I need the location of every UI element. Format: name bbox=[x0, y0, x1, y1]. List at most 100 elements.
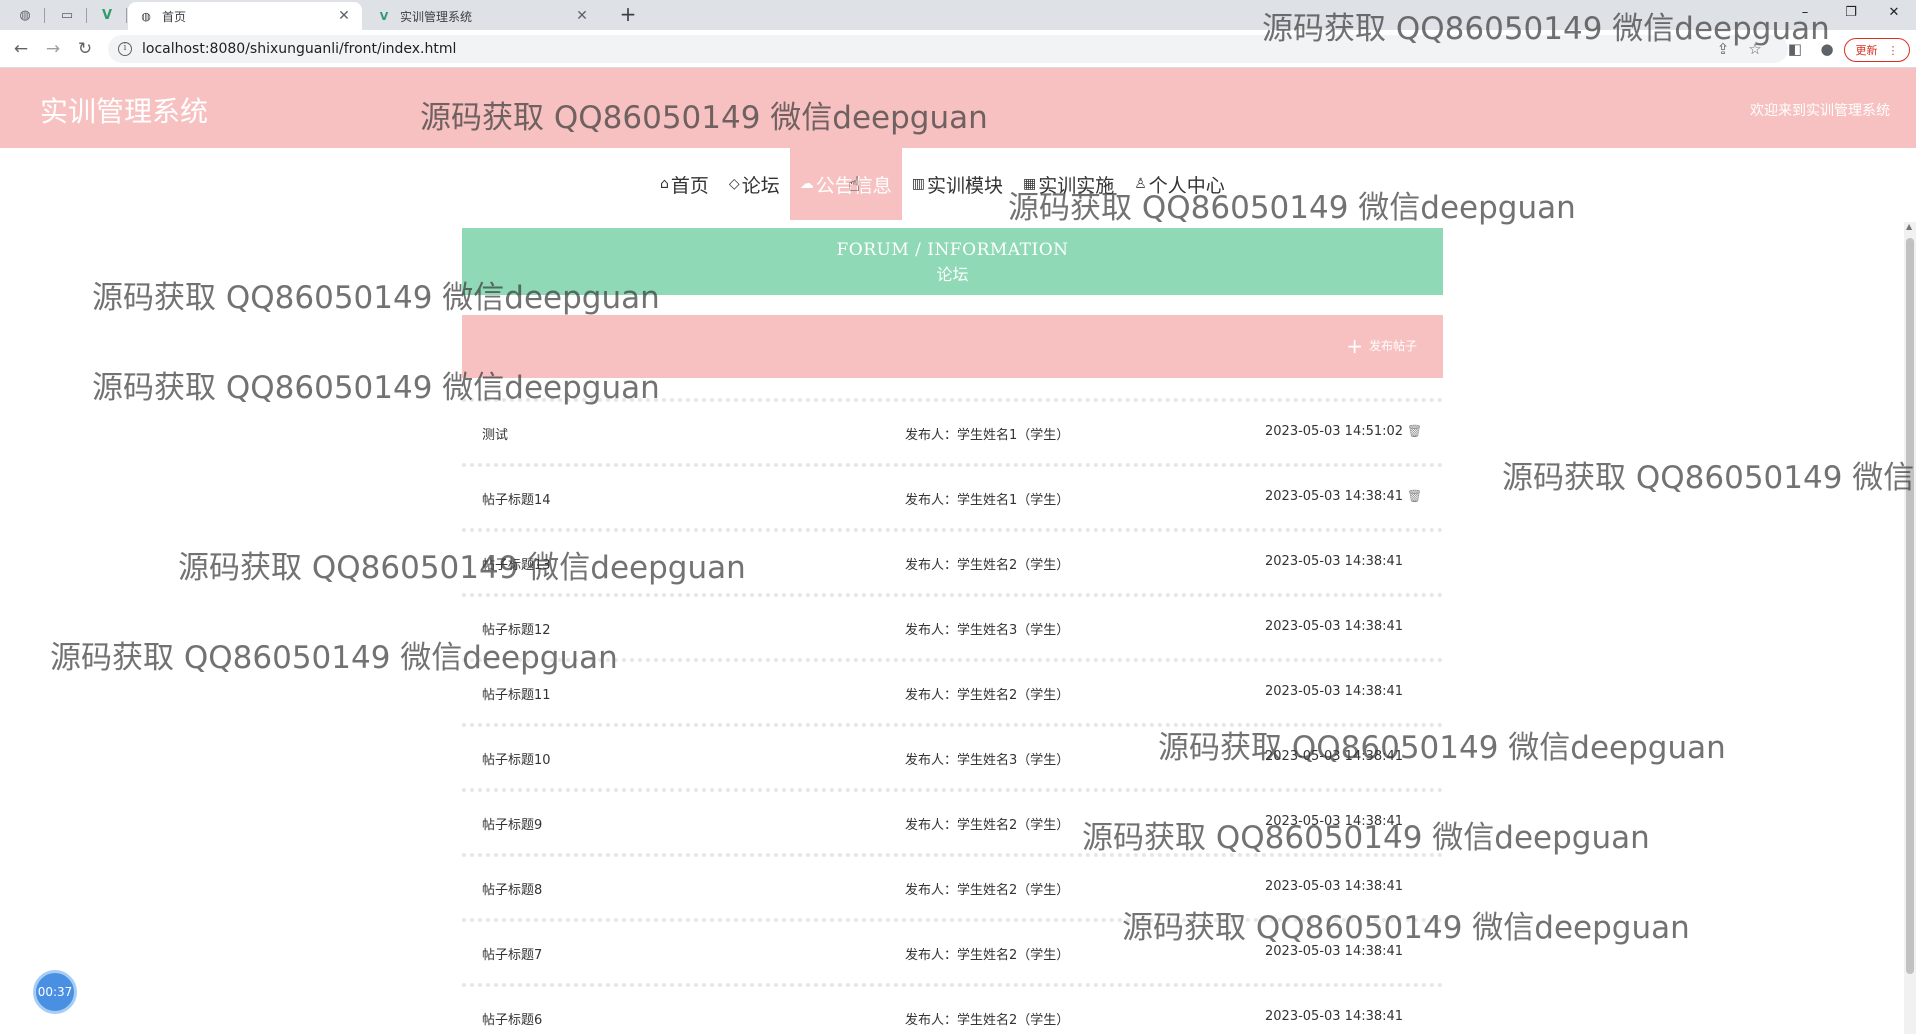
nav-item-training-implementation[interactable]: ▦ 实训实施 bbox=[1013, 148, 1124, 220]
post-title[interactable]: 帖子标题8 bbox=[482, 879, 542, 898]
post-publisher: 发布人：学生姓名2（学生） bbox=[905, 883, 1070, 898]
close-tab-icon[interactable]: ✕ bbox=[336, 8, 352, 24]
nav-label: 实训模块 bbox=[926, 174, 1003, 197]
vue-logo-icon: V bbox=[379, 9, 389, 23]
post-publisher: 发布人：学生姓名1（学生） bbox=[905, 428, 1070, 443]
recording-timer[interactable]: 00:37 bbox=[33, 970, 77, 1014]
browser-tab-bar: ◍ ▭ V ◍ 首页 ✕ V 实训管理系统 ✕ + – ❐ ✕ bbox=[0, 0, 1916, 30]
tab-system[interactable]: V 实训管理系统 ✕ bbox=[366, 2, 600, 30]
bookmark-star-icon[interactable]: ☆ bbox=[1744, 38, 1766, 60]
post-publisher: 发布人：学生姓名2（学生） bbox=[905, 688, 1070, 703]
post-publisher: 发布人：学生姓名2（学生） bbox=[905, 948, 1070, 963]
post-row[interactable]: 帖子标题12 发布人：学生姓名3（学生） 2023-05-03 14:38:41 bbox=[462, 593, 1443, 658]
tab-home[interactable]: ◍ 首页 ✕ bbox=[128, 2, 362, 30]
pinned-tab-globe-icon[interactable]: ◍ bbox=[10, 4, 40, 26]
post-button-label: 发布帖子 bbox=[1368, 339, 1417, 353]
post-title[interactable]: 帖子标题10 bbox=[482, 749, 551, 768]
nav-item-home[interactable]: ⌂ 首页 bbox=[650, 148, 719, 220]
post-date: 2023-05-03 14:38:41 bbox=[1265, 749, 1404, 764]
share-icon[interactable]: ⇪ bbox=[1712, 38, 1734, 60]
nav-label: 实训实施 bbox=[1038, 174, 1115, 197]
forward-button[interactable]: → bbox=[40, 37, 66, 61]
tag-icon: ◇ bbox=[728, 176, 740, 192]
nav-item-announcements[interactable]: ☁ 公告信息 bbox=[789, 148, 902, 220]
globe-icon: ◍ bbox=[141, 9, 151, 23]
main-nav: ⌂ 首页 ◇ 论坛 ☁ 公告信息 ▥ 实训模块 ▦ 实训实施 ♙ 个人中心 bbox=[650, 148, 1235, 220]
post-row[interactable]: 帖子标题9 发布人：学生姓名2（学生） 2023-05-03 14:38:41 bbox=[462, 788, 1443, 853]
post-row[interactable]: 帖子标题11 发布人：学生姓名2（学生） 2023-05-03 14:38:41 bbox=[462, 658, 1443, 723]
site-title: 实训管理系统 bbox=[40, 95, 209, 128]
post-title[interactable]: 帖子标题6 bbox=[482, 1009, 542, 1028]
post-date: 2023-05-03 14:38:41 bbox=[1265, 944, 1404, 959]
post-date: 2023-05-03 14:38:41 bbox=[1265, 684, 1404, 699]
post-row[interactable]: 帖子标题7 发布人：学生姓名2（学生） 2023-05-03 14:38:41 bbox=[462, 918, 1443, 983]
post-publisher: 发布人：学生姓名2（学生） bbox=[905, 558, 1070, 573]
close-window-button[interactable]: ✕ bbox=[1872, 2, 1916, 28]
post-title[interactable]: 测试 bbox=[482, 424, 508, 443]
post-title[interactable]: 帖子标题9 bbox=[482, 814, 542, 833]
post-date: 2023-05-03 14:38:41 bbox=[1265, 814, 1404, 829]
restore-button[interactable]: ❐ bbox=[1829, 2, 1873, 28]
plus-icon: + bbox=[1346, 333, 1363, 358]
tab-title: 首页 bbox=[162, 9, 187, 24]
post-date: 2023-05-03 14:38:41 bbox=[1265, 619, 1404, 634]
nav-label: 首页 bbox=[670, 174, 709, 197]
post-row[interactable]: 帖子标题10 发布人：学生姓名3（学生） 2023-05-03 14:38:41 bbox=[462, 723, 1443, 788]
hand-cursor-icon: ☝ bbox=[848, 172, 861, 196]
info-icon[interactable]: i bbox=[118, 42, 132, 56]
pinned-tab-vue-icon[interactable]: V bbox=[92, 4, 122, 26]
grid-icon: ▦ bbox=[1022, 176, 1037, 192]
scroll-up-arrow-icon[interactable]: ▲ bbox=[1906, 222, 1912, 231]
post-row[interactable]: 帖子标题14 发布人：学生姓名1（学生） 2023-05-03 14:38:41 🗑 bbox=[462, 463, 1443, 528]
post-row[interactable]: 测试 发布人：学生姓名1（学生） 2023-05-03 14:51:02 🗑 bbox=[462, 398, 1443, 463]
post-button[interactable]: + 发布帖子 bbox=[1346, 333, 1417, 358]
post-title[interactable]: 帖子标题13 bbox=[482, 554, 551, 573]
nav-item-forum[interactable]: ◇ 论坛 bbox=[719, 148, 790, 220]
post-title[interactable]: 帖子标题14 bbox=[482, 489, 551, 508]
profile-avatar-icon[interactable]: ● bbox=[1816, 38, 1838, 60]
post-row[interactable]: 帖子标题6 发布人：学生姓名2（学生） 2023-05-03 14:38:41 bbox=[462, 983, 1443, 1034]
update-button[interactable]: 更新 ⋮ bbox=[1844, 38, 1910, 62]
url-text: localhost:8080/shixunguanli/front/index.… bbox=[142, 41, 457, 57]
post-date: 2023-05-03 14:51:02 bbox=[1265, 424, 1404, 439]
tab-title: 实训管理系统 bbox=[400, 9, 473, 24]
post-date: 2023-05-03 14:38:41 bbox=[1265, 1009, 1404, 1024]
menu-dots-icon: ⋮ bbox=[1887, 43, 1899, 57]
post-row[interactable]: 帖子标题13 发布人：学生姓名2（学生） 2023-05-03 14:38:41 bbox=[462, 528, 1443, 593]
post-date: 2023-05-03 14:38:41 bbox=[1265, 879, 1404, 894]
minimize-button[interactable]: – bbox=[1783, 2, 1827, 28]
post-date: 2023-05-03 14:38:41 bbox=[1265, 489, 1404, 504]
user-icon: ♙ bbox=[1134, 176, 1147, 192]
post-title[interactable]: 帖子标题7 bbox=[482, 944, 542, 963]
welcome-text: 欢迎来到实训管理系统 bbox=[1750, 103, 1890, 119]
scrollbar-thumb[interactable] bbox=[1906, 238, 1914, 974]
new-tab-button[interactable]: + bbox=[615, 3, 641, 27]
post-title[interactable]: 帖子标题12 bbox=[482, 619, 551, 638]
tab-separator bbox=[126, 8, 127, 23]
nav-label: 论坛 bbox=[741, 174, 780, 197]
back-button[interactable]: ← bbox=[8, 37, 34, 61]
close-tab-icon[interactable]: ✕ bbox=[574, 8, 590, 24]
trash-icon[interactable]: 🗑 bbox=[1407, 424, 1422, 438]
nav-item-personal-center[interactable]: ♙ 个人中心 bbox=[1124, 148, 1235, 220]
reload-button[interactable]: ↻ bbox=[72, 37, 98, 61]
book-icon: ▥ bbox=[911, 176, 925, 192]
nav-item-training-modules[interactable]: ▥ 实训模块 bbox=[902, 148, 1013, 220]
post-row[interactable]: 帖子标题8 发布人：学生姓名2（学生） 2023-05-03 14:38:41 bbox=[462, 853, 1443, 918]
post-title[interactable]: 帖子标题11 bbox=[482, 684, 551, 703]
section-banner: FORUM / INFORMATION 论坛 bbox=[462, 228, 1443, 295]
address-bar[interactable]: i localhost:8080/shixunguanli/front/inde… bbox=[108, 35, 1788, 63]
nav-label: 个人中心 bbox=[1148, 174, 1225, 197]
cloud-icon: ☁ bbox=[799, 176, 814, 192]
update-label: 更新 bbox=[1855, 44, 1878, 57]
tab-separator bbox=[86, 8, 87, 23]
trash-icon[interactable]: 🗑 bbox=[1407, 489, 1422, 503]
action-bar: + 发布帖子 bbox=[462, 315, 1443, 378]
banner-title-zh: 论坛 bbox=[936, 265, 969, 284]
side-panel-icon[interactable]: ◧ bbox=[1784, 38, 1806, 60]
post-publisher: 发布人：学生姓名3（学生） bbox=[905, 623, 1070, 638]
pinned-tab-blank-icon[interactable]: ▭ bbox=[52, 4, 82, 26]
post-publisher: 发布人：学生姓名2（学生） bbox=[905, 1013, 1070, 1028]
post-publisher: 发布人：学生姓名3（学生） bbox=[905, 753, 1070, 768]
watermark-text: 源码获取 QQ86050149 微信deepguan bbox=[1502, 460, 1916, 496]
